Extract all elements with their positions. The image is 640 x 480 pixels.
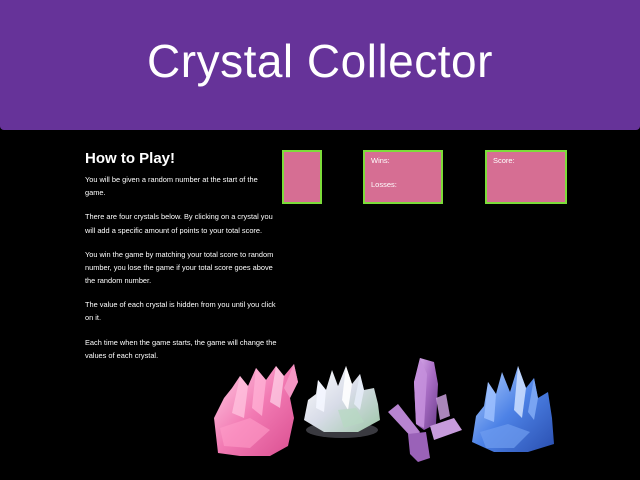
wins-label: Wins: — [371, 156, 390, 165]
instruction-paragraph: You will be given a random number at the… — [85, 175, 258, 198]
instruction-paragraph: You win the game by matching your total … — [85, 249, 274, 286]
how-to-play-heading: How to Play! — [85, 150, 176, 167]
losses-label: Losses: — [371, 180, 397, 189]
blue-crystal-button[interactable] — [468, 362, 556, 454]
instruction-paragraph: The value of each crystal is hidden from… — [85, 300, 276, 323]
page-title: Crystal Collector — [147, 35, 493, 87]
random-number-box — [282, 150, 322, 204]
pink-crystal-button[interactable] — [210, 358, 302, 458]
header-banner: Crystal Collector — [0, 0, 640, 130]
white-crystal-button[interactable] — [298, 360, 384, 442]
purple-crystal-button[interactable] — [384, 354, 466, 464]
score-label: Score: — [493, 156, 515, 165]
white-crystal-icon — [304, 366, 380, 438]
blue-crystal-icon — [472, 366, 554, 452]
purple-crystal-icon — [388, 358, 462, 462]
wins-losses-box: Wins: Losses: — [363, 150, 443, 204]
instruction-paragraph: There are four crystals below. By clicki… — [85, 212, 273, 235]
pink-crystal-icon — [214, 364, 298, 456]
how-to-play-section: How to Play! You will be given a random … — [85, 150, 280, 373]
score-box: Score: — [485, 150, 567, 204]
